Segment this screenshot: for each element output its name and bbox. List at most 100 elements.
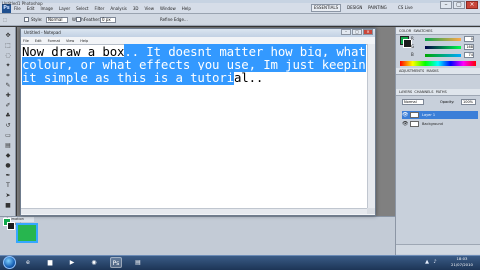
lasso-tool-icon[interactable]: ◌ xyxy=(3,52,13,60)
firefox-taskbar-icon[interactable]: ◉ xyxy=(88,257,100,268)
menu-3d[interactable]: 3D xyxy=(133,4,139,13)
path-selection-tool-icon[interactable]: ➤ xyxy=(3,192,13,200)
layer-row-1[interactable]: 👁 Layer 1 xyxy=(402,111,478,119)
history-brush-tool-icon[interactable]: ↺ xyxy=(3,122,13,130)
slider-r-track[interactable] xyxy=(425,38,461,41)
vertical-scrollbar[interactable] xyxy=(367,44,375,208)
photoshop-title: Untitled1 Photoshop xyxy=(2,1,43,6)
shape-tool-icon[interactable]: ■ xyxy=(3,202,13,210)
feather-label: Feather: xyxy=(84,17,101,22)
design-workspace-link[interactable]: DESIGN xyxy=(347,4,362,12)
menu-view[interactable]: View xyxy=(145,4,155,13)
healing-tool-icon[interactable]: ✚ xyxy=(3,92,13,100)
layer-thumbnail xyxy=(410,112,419,118)
close-icon[interactable]: × xyxy=(466,1,478,9)
feather-input[interactable]: 0 px xyxy=(100,17,116,23)
slider-b-value[interactable]: 74 xyxy=(464,52,474,58)
menu-select[interactable]: Select xyxy=(76,4,88,13)
layers-tab[interactable]: LAYERS xyxy=(399,90,412,94)
brush-tool-icon[interactable]: ✐ xyxy=(3,102,13,110)
layers-panel-tabs[interactable]: LAYERS CHANNELS PATHS xyxy=(396,89,480,96)
marquee-tool-icon[interactable]: ⬚ xyxy=(3,14,7,26)
photoshop-taskbar-icon[interactable]: Ps xyxy=(110,257,122,268)
slider-b[interactable]: 74 xyxy=(418,52,478,58)
essentials-workspace-button[interactable]: ESSENTIALS xyxy=(311,4,341,12)
layers-footer xyxy=(396,244,480,254)
notepad-minimize-button[interactable]: – xyxy=(341,29,351,35)
minimize-button[interactable]: – xyxy=(440,1,452,9)
line-3-plain: al.. xyxy=(233,70,264,85)
menu-analysis[interactable]: Analysis xyxy=(110,4,126,13)
eraser-tool-icon[interactable]: ▭ xyxy=(3,132,13,140)
wand-tool-icon[interactable]: ✦ xyxy=(3,62,13,70)
marquee-tool-icon[interactable]: ⬚ xyxy=(3,42,13,50)
menu-layer[interactable]: Layer xyxy=(59,4,70,13)
line-3-selected: it simple as this is a tutori xyxy=(22,70,234,85)
paths-tab[interactable]: PATHS xyxy=(436,90,447,94)
painting-workspace-link[interactable]: PAINTING xyxy=(368,4,387,12)
refine-edge-button[interactable]: Refine Edge... xyxy=(160,14,188,26)
color-tab[interactable]: COLOR xyxy=(399,29,411,33)
style-label: Style: xyxy=(31,17,43,22)
slider-b-label: B xyxy=(411,52,414,57)
anti-alias-checkbox[interactable] xyxy=(24,17,29,22)
resize-grip[interactable] xyxy=(367,208,375,214)
menu-window[interactable]: Window xyxy=(160,4,176,13)
type-tool-icon[interactable]: T xyxy=(3,182,13,190)
layer-name: Background xyxy=(422,122,443,126)
layer-thumbnail xyxy=(410,121,419,127)
notepad-title: Untitled - Notepad xyxy=(24,30,61,35)
menu-help[interactable]: Help xyxy=(182,4,191,13)
network-icon[interactable]: ▲ xyxy=(424,259,430,266)
notepad-titlebar[interactable] xyxy=(21,29,375,37)
layer-row-2[interactable]: 👁 Background xyxy=(402,120,478,128)
volume-icon[interactable]: ♪ xyxy=(432,259,438,266)
slider-g-value[interactable]: 168 xyxy=(464,44,474,50)
notepad-taskbar-icon[interactable]: ▤ xyxy=(132,257,144,268)
feather-checkbox[interactable] xyxy=(76,17,81,22)
menu-filter[interactable]: Filter xyxy=(94,4,104,13)
color-ramp[interactable] xyxy=(400,61,476,66)
channels-tab[interactable]: CHANNELS xyxy=(414,90,433,94)
gradient-tool-icon[interactable]: ▤ xyxy=(3,142,13,150)
blur-tool-icon[interactable]: ◆ xyxy=(3,152,13,160)
eyedropper-tool-icon[interactable]: ✎ xyxy=(3,82,13,90)
crop-tool-icon[interactable]: ⌗ xyxy=(3,72,13,80)
eye-icon[interactable]: 👁 xyxy=(402,111,408,119)
opacity-input[interactable]: 100% xyxy=(461,99,476,105)
notepad-maximize-button[interactable]: ▢ xyxy=(352,29,362,35)
slider-r-label: R xyxy=(411,36,414,41)
blend-mode-select[interactable]: Normal xyxy=(402,99,424,105)
move-tool-icon[interactable]: ✥ xyxy=(3,32,13,40)
slider-g-label: G xyxy=(411,44,415,49)
slider-r[interactable]: 0 xyxy=(418,36,478,42)
media-player-taskbar-icon[interactable]: ▶ xyxy=(66,257,78,268)
system-clock[interactable]: 18:03 21/07/2010 xyxy=(446,256,478,268)
maximize-button[interactable]: ▢ xyxy=(453,1,465,9)
dodge-tool-icon[interactable]: ● xyxy=(3,162,13,170)
eye-icon[interactable]: 👁 xyxy=(402,120,408,128)
desktop: Ps File Edit Image Layer Select Filter A… xyxy=(0,0,480,270)
layer-name: Layer 1 xyxy=(422,113,436,117)
text-line-3: it simple as this is a tutorial.. xyxy=(22,70,264,85)
swatches-tab[interactable]: SWATCHES xyxy=(413,29,432,33)
slider-g[interactable]: 168 xyxy=(418,44,478,50)
masks-tab[interactable]: MASKS xyxy=(427,69,439,73)
start-button[interactable] xyxy=(3,256,16,269)
pen-tool-icon[interactable]: ✒ xyxy=(3,172,13,180)
adjustments-tab[interactable]: ADJUSTMENTS xyxy=(399,69,424,73)
adjustments-panel-tabs[interactable]: ADJUSTMENTS MASKS xyxy=(396,68,480,75)
folder-taskbar-icon[interactable]: ▆ xyxy=(44,257,56,268)
notepad-close-icon[interactable]: × xyxy=(363,29,373,35)
animation-panel xyxy=(0,216,395,255)
background-color-swatch[interactable] xyxy=(7,222,15,230)
slider-r-value[interactable]: 0 xyxy=(464,36,474,42)
ie-taskbar-icon[interactable]: e xyxy=(22,257,34,268)
cs-live-link[interactable]: CS Live xyxy=(398,4,413,12)
horizontal-scrollbar[interactable] xyxy=(21,208,367,214)
slider-g-track[interactable] xyxy=(425,46,461,49)
stamp-tool-icon[interactable]: ♣ xyxy=(3,112,13,120)
style-select[interactable]: Normal xyxy=(46,17,68,23)
color-panel-tabs[interactable]: COLOR SWATCHES xyxy=(396,28,480,35)
slider-b-track[interactable] xyxy=(425,54,461,57)
